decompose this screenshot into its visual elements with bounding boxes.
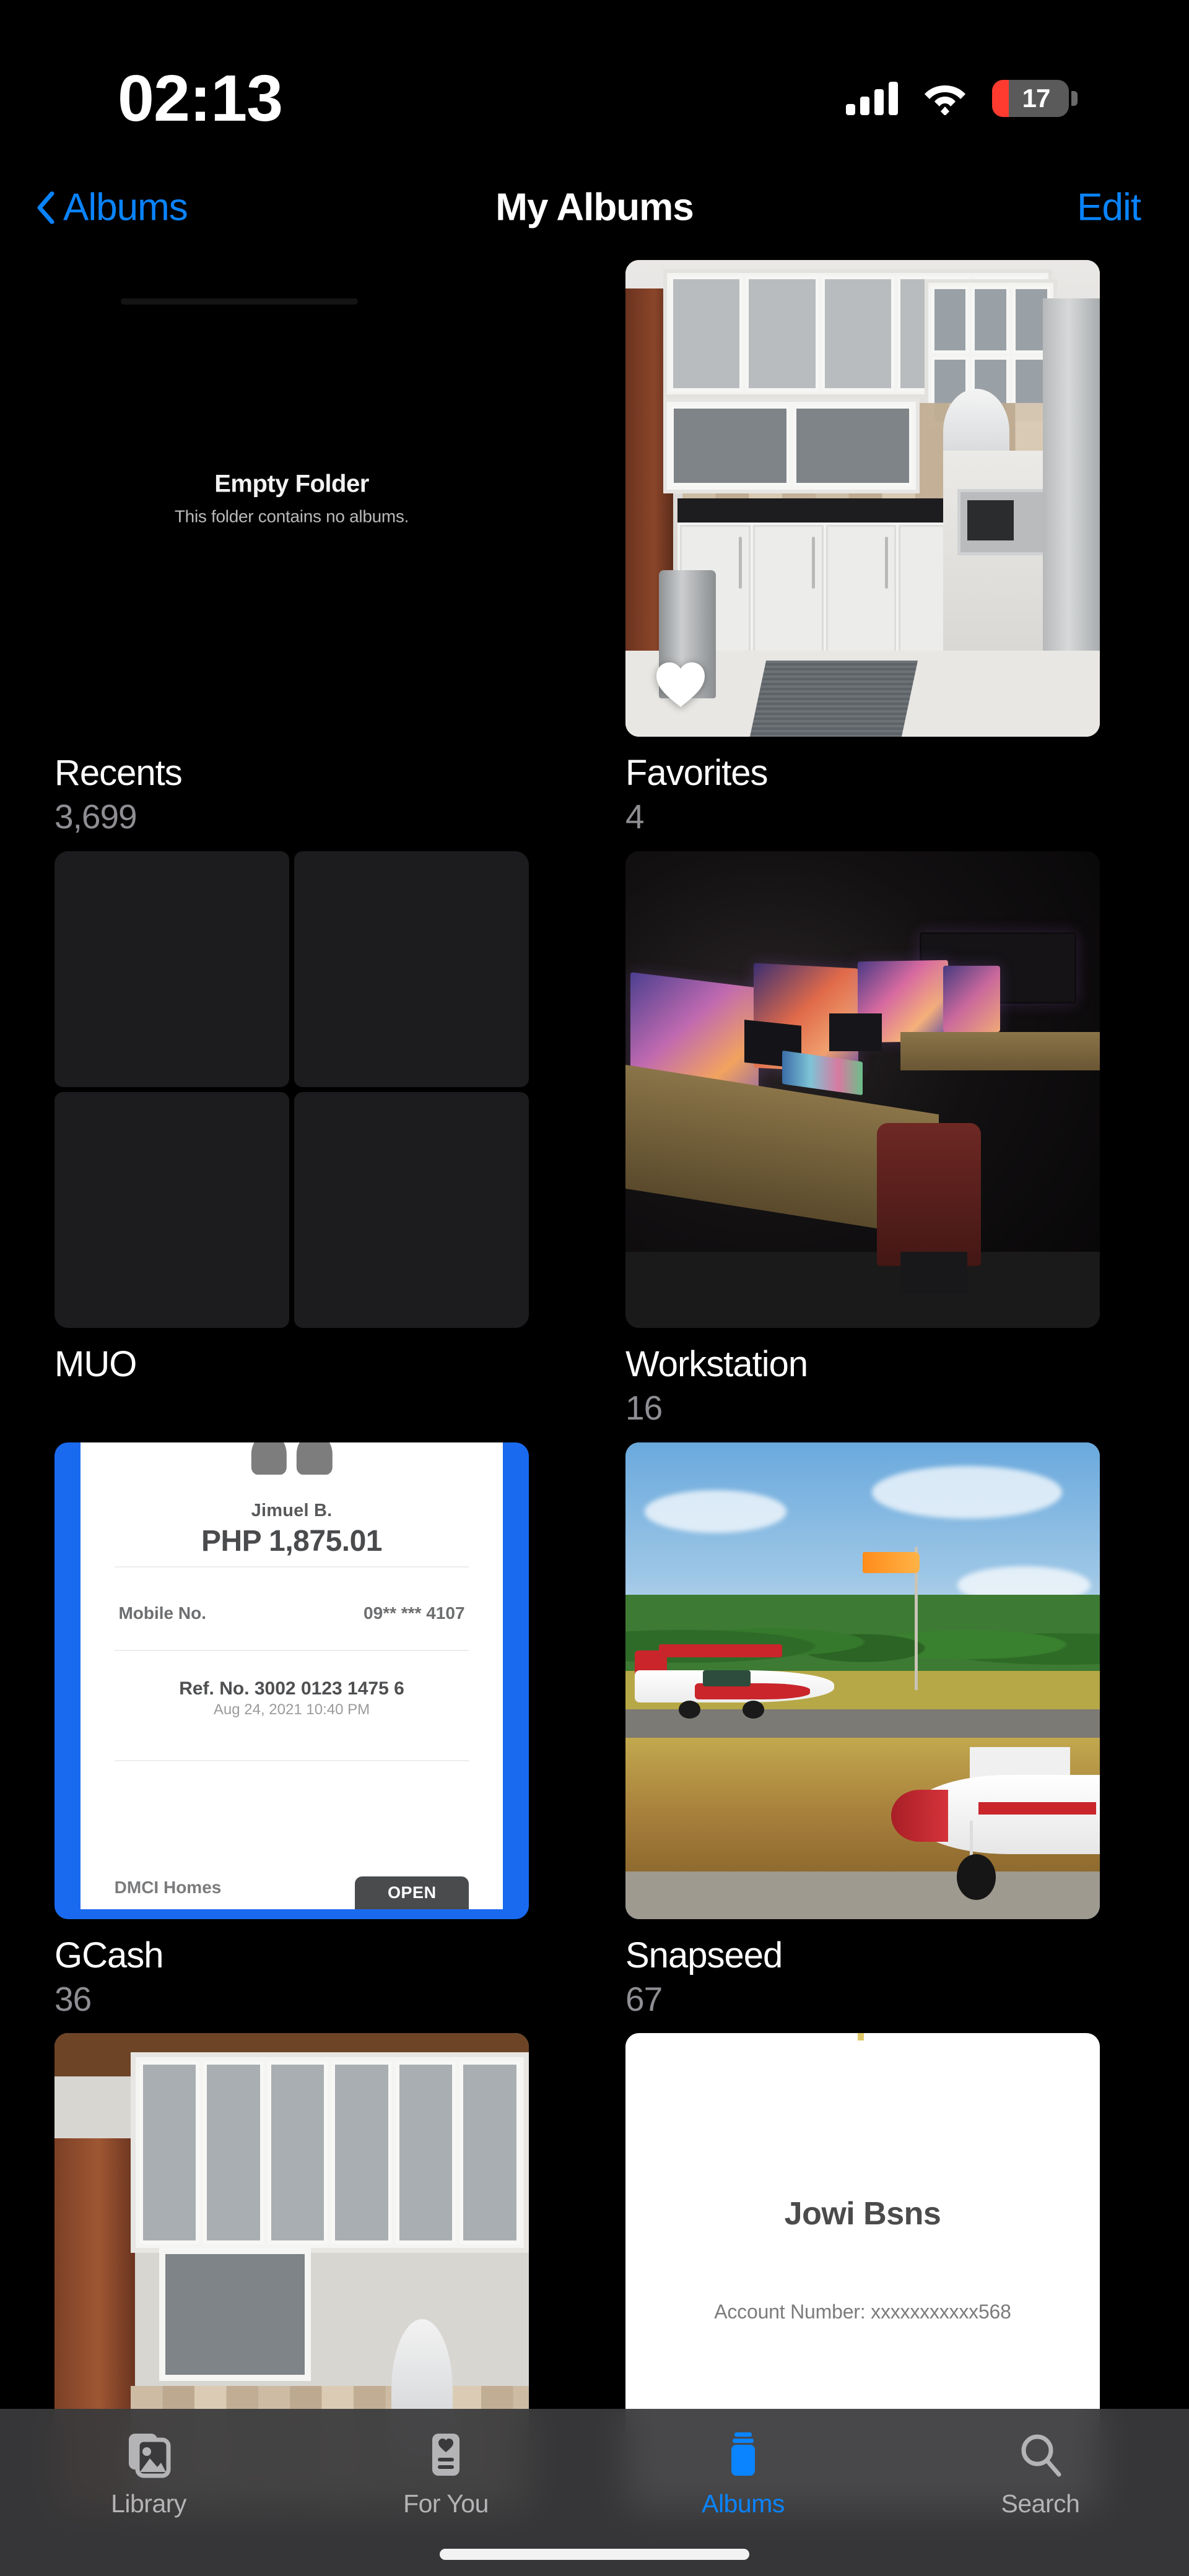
tab-bar: Library For You Albums	[0, 2409, 1189, 2576]
album-item-workstation[interactable]: Workstation 16	[625, 851, 1100, 1428]
album-thumbnail[interactable]	[625, 851, 1100, 1328]
tab-search[interactable]: Search	[892, 2431, 1189, 2518]
album-item-snapseed[interactable]: Snapseed 67	[625, 1442, 1100, 2019]
receipt-sender: Jimuel B.	[81, 1501, 503, 1521]
album-thumbnail[interactable]	[625, 260, 1100, 737]
battery-cap	[1071, 91, 1078, 106]
receipt-mobile-label: Mobile No.	[118, 1603, 206, 1623]
photo-stack-icon	[125, 2431, 172, 2478]
album-count: 36	[54, 1980, 529, 2019]
divider	[115, 1566, 469, 1568]
receipt-reference: Ref. No. 3002 0123 1475 6	[81, 1678, 503, 1699]
album-grid: Empty Folder This folder contains no alb…	[0, 260, 1189, 2541]
status-indicators: 17	[846, 80, 1078, 117]
open-button: OPEN	[355, 1876, 469, 1909]
divider	[115, 1650, 469, 1651]
empty-folder-message: Empty Folder This folder contains no alb…	[54, 471, 529, 527]
decorative-marker	[858, 2033, 864, 2040]
empty-folder-title: Empty Folder	[54, 471, 529, 498]
placeholder-cell	[294, 851, 529, 1087]
album-title: MUO	[54, 1344, 529, 1385]
tab-label: For You	[403, 2489, 489, 2518]
album-count: 67	[625, 1980, 1100, 2019]
status-time: 02:13	[118, 61, 282, 136]
album-title: Favorites	[625, 753, 1100, 794]
document-account-number: Account Number: xxxxxxxxxxx568	[625, 2301, 1100, 2323]
wifi-icon	[923, 82, 967, 115]
album-count: 4	[625, 797, 1100, 836]
tab-label: Search	[1001, 2489, 1080, 2518]
home-indicator[interactable]	[440, 2549, 749, 2560]
receipt-amount: PHP 1,875.01	[81, 1524, 503, 1558]
album-thumbnail[interactable]: Empty Folder This folder contains no alb…	[54, 260, 529, 737]
tab-albums[interactable]: Albums	[594, 2431, 892, 2518]
document-title: Jowi Bsns	[625, 2195, 1100, 2232]
battery-percent: 17	[1011, 84, 1050, 113]
tab-label: Library	[111, 2489, 186, 2518]
photo-airplanes	[625, 1442, 1100, 1919]
album-thumbnail[interactable]	[625, 1442, 1100, 1919]
battery-fill	[992, 80, 1009, 117]
placeholder-cell	[54, 851, 289, 1087]
placeholder-cell	[54, 1092, 289, 1328]
page-title: My Albums	[0, 186, 1189, 230]
album-count: 3,699	[54, 797, 529, 836]
album-thumbnail[interactable]: Jimuel B. PHP 1,875.01 Mobile No. 09** *…	[54, 1442, 529, 1919]
photos-app-screen: 02:13 17	[0, 0, 1189, 2576]
album-item-favorites[interactable]: Favorites 4	[625, 260, 1100, 836]
tab-for-you[interactable]: For You	[297, 2431, 594, 2518]
album-title: GCash	[54, 1935, 529, 1976]
receipt-merchant: DMCI Homes	[115, 1878, 222, 1897]
album-title: Workstation	[625, 1344, 1100, 1385]
album-item-recents[interactable]: Empty Folder This folder contains no alb…	[54, 260, 529, 836]
album-title: Snapseed	[625, 1935, 1100, 1976]
receipt-date: Aug 24, 2021 10:40 PM	[81, 1701, 503, 1719]
empty-folder-subtitle: This folder contains no albums.	[54, 507, 529, 527]
placeholder-cell	[294, 1092, 529, 1328]
divider	[115, 1760, 469, 1761]
screenshot-header-bar	[121, 298, 358, 305]
status-bar: 02:13 17	[0, 0, 1189, 167]
album-item-gcash[interactable]: Jimuel B. PHP 1,875.01 Mobile No. 09** *…	[54, 1442, 529, 2019]
battery-icon: 17	[992, 80, 1078, 117]
album-title: Recents	[54, 753, 529, 794]
receipt-screenshot: Jimuel B. PHP 1,875.01 Mobile No. 09** *…	[54, 1442, 529, 1919]
albums-stack-icon	[720, 2431, 767, 2478]
receipt-mobile-value: 09** *** 4107	[364, 1603, 464, 1623]
photo-desk-setup	[625, 851, 1100, 1328]
tab-library[interactable]: Library	[0, 2431, 297, 2518]
album-item-muo[interactable]: MUO	[54, 851, 529, 1428]
for-you-card-icon	[422, 2431, 469, 2478]
tab-label: Albums	[702, 2489, 785, 2518]
cellular-signal-icon	[846, 82, 898, 115]
album-thumbnail-placeholder-grid[interactable]	[54, 851, 529, 1328]
avatar	[250, 1442, 334, 1475]
edit-button[interactable]: Edit	[1077, 186, 1141, 230]
album-count: 16	[625, 1389, 1100, 1428]
navigation-bar: Albums My Albums Edit	[0, 167, 1189, 248]
heart-icon	[654, 660, 707, 708]
magnifier-icon	[1017, 2431, 1064, 2478]
